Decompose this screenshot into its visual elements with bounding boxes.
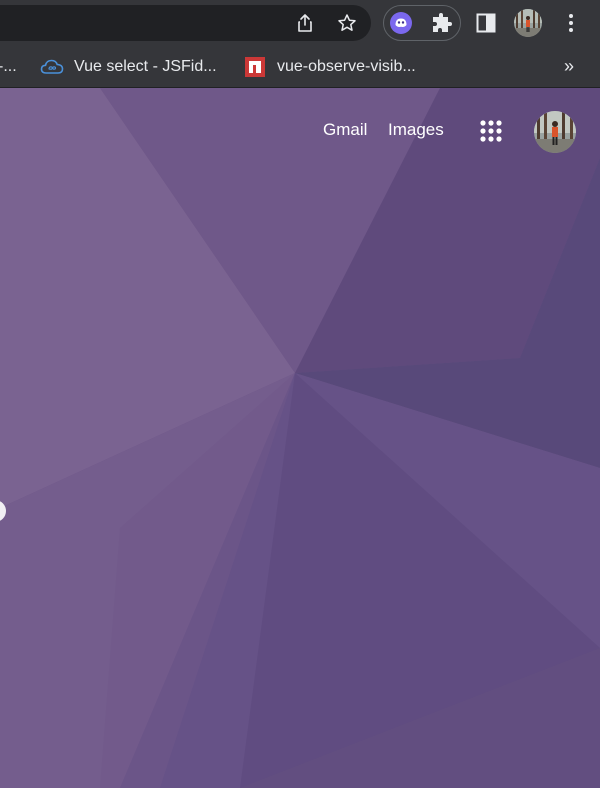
share-icon[interactable] (295, 13, 315, 33)
bookmark-label: vue-observe-visib... (277, 57, 416, 75)
bookmarks-bar: -... Vue select - JSFid... vue-observe-v… (0, 46, 600, 88)
profile-avatar-small[interactable] (514, 9, 542, 37)
geometric-background (0, 88, 600, 788)
bookmark-item-truncated[interactable]: -... (0, 46, 17, 87)
side-panel-icon[interactable] (473, 10, 499, 36)
images-link[interactable]: Images (388, 120, 444, 140)
puzzle-extensions-icon[interactable] (429, 10, 455, 36)
bookmark-item-vue-observe[interactable]: vue-observe-visib... (245, 46, 416, 87)
npm-icon (245, 56, 265, 77)
more-menu-icon[interactable] (558, 10, 584, 36)
extensions-group (383, 5, 461, 41)
gmail-link[interactable]: Gmail (323, 120, 367, 140)
address-bar[interactable] (0, 5, 371, 41)
cloud-icon (40, 58, 64, 76)
apps-grid-icon[interactable] (477, 117, 505, 145)
browser-toolbar (0, 0, 600, 46)
chevron-double-right-icon: » (564, 56, 575, 76)
bookmark-item-vue-select[interactable]: Vue select - JSFid... (40, 46, 217, 87)
google-homepage: Gmail Images (0, 88, 600, 788)
bookmark-star-icon[interactable] (337, 13, 357, 33)
bookmark-label: -... (0, 57, 17, 75)
account-avatar[interactable] (534, 111, 576, 153)
ghost-extension-icon[interactable] (388, 10, 414, 36)
bookmark-label: Vue select - JSFid... (74, 57, 217, 75)
bookmarks-overflow-button[interactable]: » (564, 46, 574, 87)
